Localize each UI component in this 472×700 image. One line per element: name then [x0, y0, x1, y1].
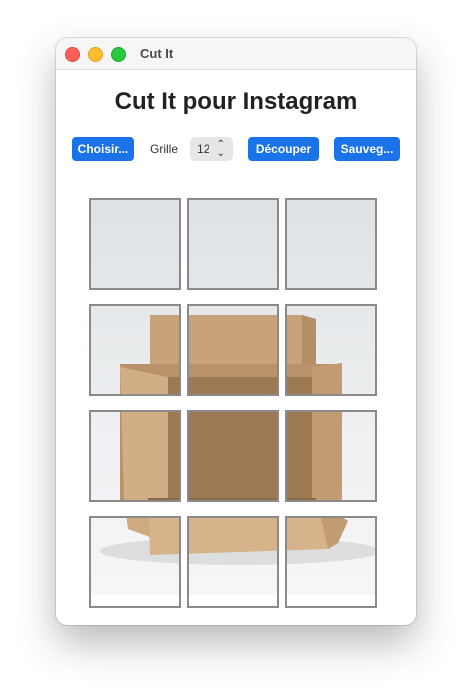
image-tile	[285, 410, 377, 502]
image-tile	[187, 516, 279, 608]
image-tile	[89, 198, 181, 290]
cut-button[interactable]: Découper	[248, 137, 319, 161]
image-tile	[187, 198, 279, 290]
window-title: Cut It	[140, 46, 174, 61]
app-window: Cut It Cut It pour Instagram Choisir... …	[56, 38, 416, 625]
minimize-window-button[interactable]	[88, 47, 103, 62]
maximize-window-button[interactable]	[111, 47, 126, 62]
choose-image-button[interactable]: Choisir...	[72, 137, 134, 161]
image-tile	[285, 198, 377, 290]
image-tile	[89, 516, 181, 608]
image-tile	[285, 516, 377, 608]
page-title: Cut It pour Instagram	[114, 88, 358, 115]
image-tile	[187, 304, 279, 396]
grid-size-select[interactable]: 12 ⌃ ⌄	[190, 137, 233, 161]
image-grid	[88, 197, 384, 608]
grid-size-value: 12	[197, 142, 209, 156]
image-tile	[285, 304, 377, 396]
image-tile	[187, 410, 279, 502]
save-button[interactable]: Sauveg...	[334, 137, 400, 161]
chevron-up-down-icon: ⌃ ⌄	[216, 139, 225, 159]
image-tile	[89, 304, 181, 396]
grid-label: Grille	[150, 142, 179, 156]
image-tile	[89, 410, 181, 502]
title-bar: Cut It	[56, 38, 416, 70]
close-window-button[interactable]	[65, 47, 80, 62]
